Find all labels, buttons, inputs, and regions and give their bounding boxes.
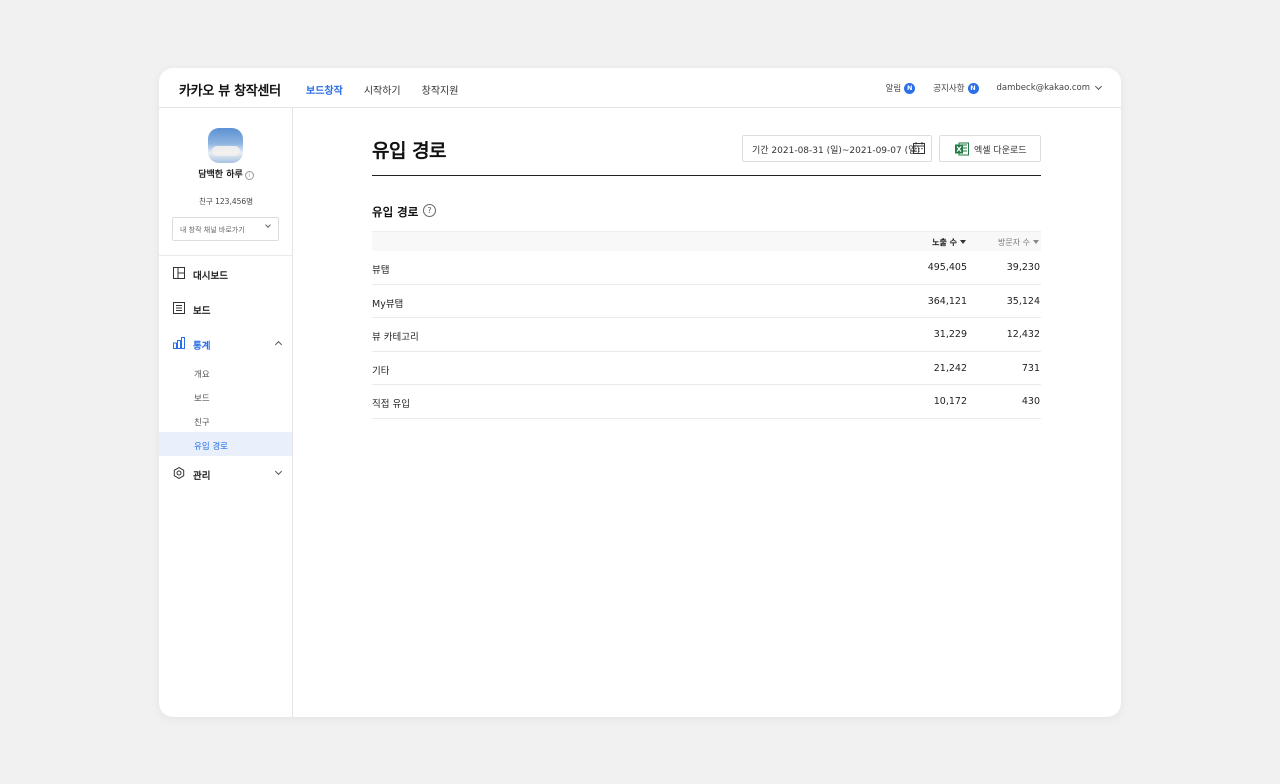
sort-down-icon bbox=[1033, 240, 1039, 244]
divider bbox=[159, 255, 293, 256]
impressions-cell: 21,242 bbox=[933, 362, 967, 374]
title-divider bbox=[372, 175, 1041, 176]
friends-label: 친구 bbox=[198, 197, 213, 206]
impressions-cell: 10,172 bbox=[933, 396, 967, 407]
menu-stats[interactable]: 통계 bbox=[159, 332, 293, 356]
table-row: 뷰 카테고리 31,229 12,432 bbox=[372, 318, 1041, 352]
page-title: 유입 경로 bbox=[372, 140, 447, 162]
sort-impressions[interactable]: 노출 수 bbox=[932, 237, 966, 248]
account-menu[interactable]: dambeck@kakao.com bbox=[996, 82, 1103, 93]
period-label: 기간 2021-08-31 (일)~2021-09-07 (일) bbox=[752, 146, 920, 156]
chevron-up-icon bbox=[274, 340, 283, 349]
account-email: dambeck@kakao.com bbox=[996, 83, 1090, 93]
submenu-board[interactable]: 보드 bbox=[159, 384, 292, 408]
visitors-cell: 731 bbox=[1021, 362, 1040, 374]
alerts-label: 알림 bbox=[885, 84, 902, 94]
channel-name-row: 담백한 하루 i bbox=[159, 167, 293, 180]
visitors-cell: 430 bbox=[1021, 396, 1040, 407]
menu-board[interactable]: 보드 bbox=[159, 297, 293, 321]
nav-getting-started[interactable]: 시작하기 bbox=[364, 82, 401, 97]
submenu-overview[interactable]: 개요 bbox=[159, 360, 292, 384]
source-cell: 뷰탭 bbox=[372, 265, 390, 276]
sort-visitors[interactable]: 방문자 수 bbox=[998, 237, 1039, 248]
global-nav: 보드창작 시작하기 창작지원 bbox=[306, 82, 458, 97]
stats-icon bbox=[173, 337, 185, 349]
table-row: My뷰탭 364,121 35,124 bbox=[372, 285, 1041, 318]
info-icon[interactable]: i bbox=[244, 171, 254, 180]
channel-select-placeholder: 내 창작 채널 바로가기 bbox=[180, 226, 245, 234]
app-window: 카카오 뷰 창작센터 보드창작 시작하기 창작지원 알림 N 공지사항 N da… bbox=[159, 68, 1121, 717]
excel-download-label: 엑셀 다운로드 bbox=[974, 146, 1027, 156]
menu-manage-label: 관리 bbox=[193, 471, 211, 482]
friends-count-row: 친구 123,456명 bbox=[159, 196, 293, 207]
source-cell: 기타 bbox=[372, 365, 390, 377]
table-body: 뷰탭 495,405 39,230 My뷰탭 364,121 35,124 뷰 … bbox=[372, 251, 1041, 419]
column-visitors: 방문자 수 bbox=[998, 238, 1030, 247]
chevron-down-icon bbox=[274, 467, 283, 476]
excel-download-button[interactable]: 엑셀 다운로드 bbox=[939, 135, 1041, 162]
channel-shortcut-select[interactable]: 내 창작 채널 바로가기 bbox=[172, 217, 279, 241]
friends-count: 123,456명 bbox=[215, 197, 254, 206]
menu-manage[interactable]: 관리 bbox=[159, 462, 293, 486]
impressions-cell: 495,405 bbox=[927, 262, 967, 273]
table-row: 직접 유입 10,172 430 bbox=[372, 385, 1041, 419]
submenu-friends[interactable]: 친구 bbox=[159, 408, 292, 432]
board-icon bbox=[173, 302, 185, 314]
calendar-icon bbox=[913, 142, 925, 154]
section-title: 유입 경로 bbox=[372, 205, 419, 219]
source-cell: 뷰 카테고리 bbox=[372, 332, 419, 343]
menu-dashboard-label: 대시보드 bbox=[193, 271, 228, 282]
sort-down-icon bbox=[960, 240, 966, 244]
menu-board-label: 보드 bbox=[193, 306, 211, 317]
source-cell: My뷰탭 bbox=[372, 298, 404, 310]
table-row: 기타 21,242 731 bbox=[372, 352, 1041, 385]
header-utils: 알림 N 공지사항 N dambeck@kakao.com bbox=[886, 82, 1103, 94]
impressions-cell: 31,229 bbox=[933, 329, 967, 340]
table-row: 뷰탭 495,405 39,230 bbox=[372, 251, 1041, 285]
impressions-cell: 364,121 bbox=[927, 295, 967, 307]
visitors-cell: 35,124 bbox=[1006, 295, 1040, 307]
notice-label: 공지사항 bbox=[933, 84, 965, 94]
dashboard-icon bbox=[173, 267, 185, 279]
top-bar: 카카오 뷰 창작센터 보드창작 시작하기 창작지원 알림 N 공지사항 N da… bbox=[159, 68, 1121, 108]
submenu-traffic-source[interactable]: 유입 경로 bbox=[159, 432, 292, 456]
nav-creator-support[interactable]: 창작지원 bbox=[422, 82, 459, 97]
visitors-cell: 39,230 bbox=[1006, 262, 1040, 273]
brand-logo[interactable]: 카카오 뷰 창작센터 bbox=[179, 80, 281, 99]
channel-avatar bbox=[208, 128, 243, 163]
menu-stats-label: 통계 bbox=[193, 341, 211, 352]
settings-icon bbox=[173, 467, 185, 479]
alerts-link[interactable]: 알림 N bbox=[886, 82, 916, 94]
table-header: 노출 수 방문자 수 bbox=[372, 231, 1041, 251]
chevron-down-icon bbox=[1094, 82, 1103, 91]
notice-link[interactable]: 공지사항 N bbox=[933, 82, 979, 94]
visitors-cell: 12,432 bbox=[1006, 329, 1040, 340]
menu-dashboard[interactable]: 대시보드 bbox=[159, 262, 293, 286]
channel-name: 담백한 하루 bbox=[198, 170, 243, 180]
chevron-down-icon bbox=[265, 222, 271, 228]
sidebar: 담백한 하루 i 친구 123,456명 내 창작 채널 바로가기 대시보드 보… bbox=[159, 108, 293, 717]
alerts-new-badge: N bbox=[904, 82, 916, 94]
notice-new-badge: N bbox=[967, 82, 979, 94]
nav-board-create[interactable]: 보드창작 bbox=[306, 82, 343, 97]
help-icon[interactable]: ? bbox=[423, 204, 436, 217]
column-impressions: 노출 수 bbox=[932, 238, 957, 247]
excel-icon bbox=[955, 142, 969, 156]
period-picker[interactable]: 기간 2021-08-31 (일)~2021-09-07 (일) bbox=[742, 135, 932, 162]
source-cell: 직접 유입 bbox=[372, 399, 410, 410]
main-content: 유입 경로 기간 2021-08-31 (일)~2021-09-07 (일) 엑… bbox=[294, 108, 1121, 717]
